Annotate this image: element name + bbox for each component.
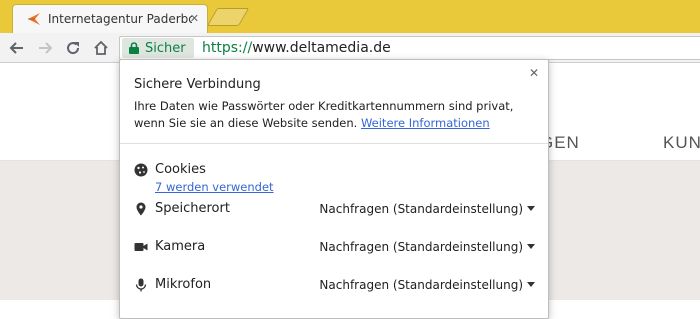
new-tab-button[interactable] xyxy=(206,8,250,26)
caret-down-icon xyxy=(527,244,535,249)
caret-down-icon xyxy=(527,206,535,211)
more-info-link[interactable]: Weitere Informationen xyxy=(361,116,490,130)
permission-label: Kamera xyxy=(155,239,206,254)
camera-icon xyxy=(134,243,148,251)
dropdown-value: Nachfragen (Standardeinstellung) xyxy=(319,202,523,216)
cookie-icon xyxy=(134,163,148,177)
site-info-popup: ✕ Sichere Verbindung Ihre Daten wie Pass… xyxy=(119,59,549,319)
reload-button[interactable] xyxy=(64,39,82,57)
home-button[interactable] xyxy=(92,39,110,57)
permission-row-location: Speicherort Nachfragen (Standardeinstell… xyxy=(134,200,535,220)
browser-tab[interactable]: Internetagentur Paderborn ✕ xyxy=(12,4,208,33)
lock-icon xyxy=(129,42,139,54)
caret-down-icon xyxy=(527,282,535,287)
dropdown-value: Nachfragen (Standardeinstellung) xyxy=(319,278,523,292)
secure-label: Sicher xyxy=(145,40,186,56)
tab-close-icon[interactable]: ✕ xyxy=(190,12,199,26)
site-favicon-icon xyxy=(28,13,40,25)
url-scheme: https:// xyxy=(202,40,253,56)
location-icon xyxy=(136,202,146,216)
microphone-icon xyxy=(135,278,147,292)
website-nav-item[interactable]: KUND xyxy=(663,133,700,153)
permission-label: Speicherort xyxy=(155,201,230,216)
close-icon[interactable]: ✕ xyxy=(529,66,539,80)
forward-button[interactable] xyxy=(36,39,54,57)
back-button[interactable] xyxy=(8,39,26,57)
dropdown-value: Nachfragen (Standardeinstellung) xyxy=(319,240,523,254)
cookies-label: Cookies xyxy=(155,162,206,177)
reload-icon xyxy=(67,42,80,55)
security-indicator[interactable]: Sicher xyxy=(122,38,194,58)
popup-title: Sichere Verbindung xyxy=(134,77,261,92)
arrow-forward-icon xyxy=(39,42,53,54)
url-host: www.deltamedia.de xyxy=(252,40,391,56)
popup-description: Ihre Daten wie Passwörter oder Kreditkar… xyxy=(134,98,534,132)
url-text[interactable]: https://www.deltamedia.de xyxy=(202,40,391,56)
camera-permission-dropdown[interactable]: Nachfragen (Standardeinstellung) xyxy=(319,240,535,254)
permission-row-microphone: Mikrofon Nachfragen (Standardeinstellung… xyxy=(134,276,535,296)
cookies-in-use-link[interactable]: 7 werden verwendet xyxy=(155,180,274,194)
permission-label: Mikrofon xyxy=(155,277,212,292)
microphone-permission-dropdown[interactable]: Nachfragen (Standardeinstellung) xyxy=(319,278,535,292)
arrow-back-icon xyxy=(9,42,23,54)
permission-row-camera: Kamera Nachfragen (Standardeinstellung) xyxy=(134,238,535,258)
home-icon xyxy=(94,40,108,55)
cookies-row: Cookies xyxy=(134,161,534,181)
divider xyxy=(120,143,548,144)
tab-strip: Internetagentur Paderborn ✕ xyxy=(0,0,700,33)
address-bar[interactable]: Sicher https://www.deltamedia.de xyxy=(119,36,700,60)
location-permission-dropdown[interactable]: Nachfragen (Standardeinstellung) xyxy=(319,202,535,216)
tab-title: Internetagentur Paderborn xyxy=(48,12,192,26)
